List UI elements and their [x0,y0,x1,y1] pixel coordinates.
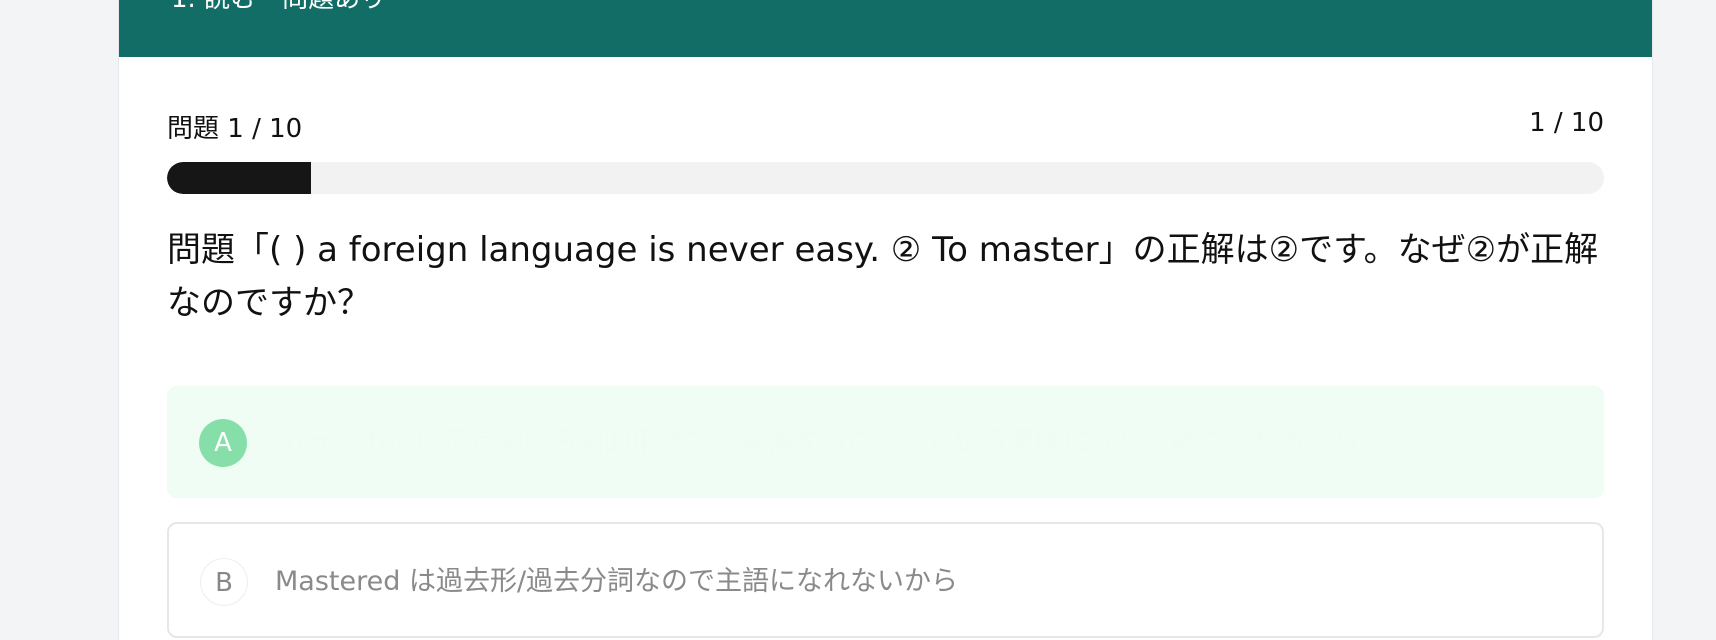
question-progress-label: 問題 1 / 10 [167,114,303,144]
quiz-card: 1. 読む・問題あり 問題 1 / 10 1 / 10 問題「( ) a for… [118,0,1653,640]
quiz-title: 1. 読む・問題あり [171,0,386,15]
quiz-header: 1. 読む・問題あり [119,0,1652,57]
answer-option-b[interactable]: B Mastered は過去形/過去分詞なので主語になれないから [167,522,1604,638]
option-letter-badge: B [200,558,248,606]
option-text: Mastered は過去形/過去分詞なので主語になれないから [275,566,959,597]
option-text: To master は不定詞の名詞的用法で「習得すること」という意味になり主語に… [274,427,1360,458]
option-letter-badge: A [199,419,247,467]
progress-bar-fill [167,162,311,194]
page: 1. 読む・問題あり 問題 1 / 10 1 / 10 問題「( ) a for… [0,0,1716,640]
question-text: 問題「( ) a foreign language is never easy.… [167,230,1599,323]
question-progress-count: 1 / 10 [1529,108,1604,138]
progress-bar [167,162,1604,194]
answer-option-a[interactable]: A To master は不定詞の名詞的用法で「習得すること」という意味になり主… [167,386,1604,498]
